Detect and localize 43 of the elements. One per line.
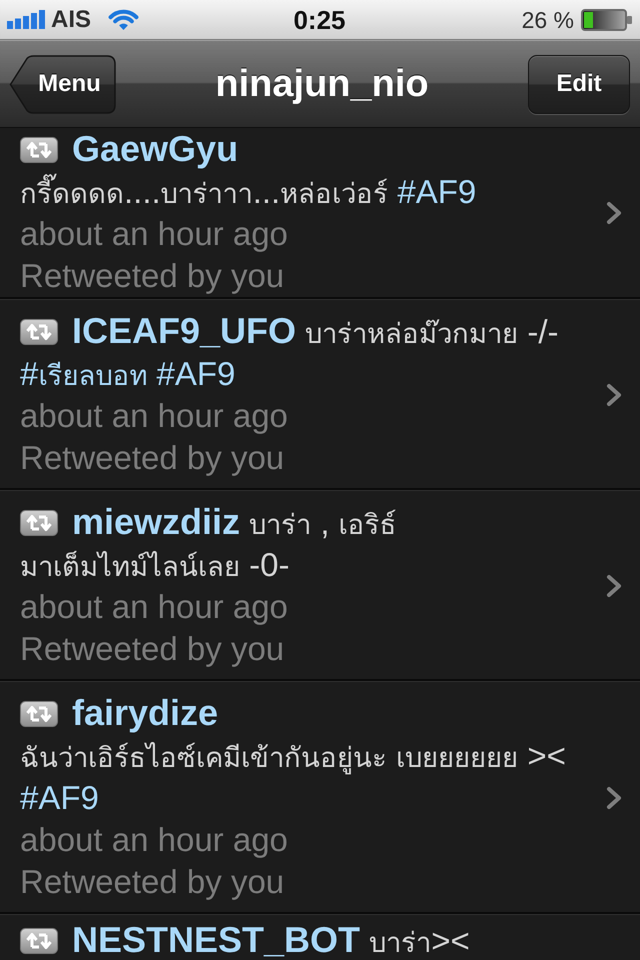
retweet-icon [20, 137, 58, 163]
retweet-icon [20, 319, 58, 345]
tweet-time: about an hour ago [20, 587, 288, 627]
chevron-icon [606, 574, 622, 598]
tweet-time: about an hour ago [20, 214, 288, 254]
tweet-text: ICEAF9_UFO บาร่าหล่อม๊วกมาย -/- #เรียลบอท #AF9 [20, 310, 560, 394]
hashtag-link[interactable]: #เรียลบอท [20, 355, 148, 392]
signal-bars-icon [7, 10, 45, 29]
tweet-row[interactable]: ICEAF9_UFO บาร่าหล่อม๊วกมาย -/- #เรียลบอท #AF9 about an hour ago Retweeted by you [0, 299, 640, 490]
menu-back-button[interactable]: Menu [9, 54, 116, 114]
tweet-text: GaewGyu กรี๊ดดดด....บาร่าาา...หล่อเว่อร์ #AF9 [20, 128, 478, 212]
retweet-icon [20, 928, 58, 954]
tweet-text: NESTNEST_BOT บาร่า>< [20, 919, 622, 960]
username-link[interactable]: fairydize [72, 692, 218, 733]
tweet-text: miewzdiiz บาร่า , เอริธ์ มาเต็มไทม์ไลน์เลย -0- [20, 501, 398, 585]
username-link[interactable]: GaewGyu [72, 128, 238, 169]
hashtag-link[interactable]: #AF9 [156, 355, 236, 392]
retweeted-by-label: Retweeted by you [20, 438, 284, 478]
edit-button[interactable]: Edit [528, 54, 630, 114]
hashtag-link[interactable]: #AF9 [20, 779, 99, 816]
screen-title: ninajun_nio [214, 62, 430, 107]
tweet-time: about an hour ago [20, 396, 288, 436]
wifi-icon [108, 8, 140, 30]
username-link[interactable]: NESTNEST_BOT [72, 919, 360, 960]
username-link[interactable]: miewzdiiz [72, 501, 240, 542]
tweet-row[interactable]: fairydize ฉันว่าเอิร์ธไอซ์เคมีเข้ากันอยู่นะ เบยยยยยย >< #AF9 about an hour ago Retweeted by you [0, 681, 640, 914]
username-link[interactable]: ICEAF9_UFO [72, 310, 296, 351]
tweet-time: about an hour ago [20, 820, 288, 860]
carrier-name: AIS [51, 6, 92, 34]
clock-time: 0:25 [293, 4, 346, 34]
chevron-icon [606, 200, 622, 224]
retweeted-by-label: Retweeted by you [20, 862, 284, 902]
retweeted-by-label: Retweeted by you [20, 629, 284, 669]
chevron-icon [606, 786, 622, 810]
battery-percent: 26 % [522, 6, 574, 34]
chevron-icon [606, 382, 622, 406]
hashtag-link[interactable]: #AF9 [397, 173, 476, 210]
retweet-icon [20, 510, 58, 536]
tweet-text: fairydize ฉันว่าเอิร์ธไอซ์เคมีเข้ากันอยู่นะ เบยยยยยย >< #AF9 [20, 692, 567, 818]
retweet-icon [20, 701, 58, 727]
retweeted-by-label: Retweeted by you [20, 256, 284, 296]
tweet-row[interactable]: miewzdiiz บาร่า , เอริธ์ มาเต็มไทม์ไลน์เลย -0- about an hour ago Retweeted by you [0, 490, 640, 681]
battery-icon [581, 8, 632, 30]
